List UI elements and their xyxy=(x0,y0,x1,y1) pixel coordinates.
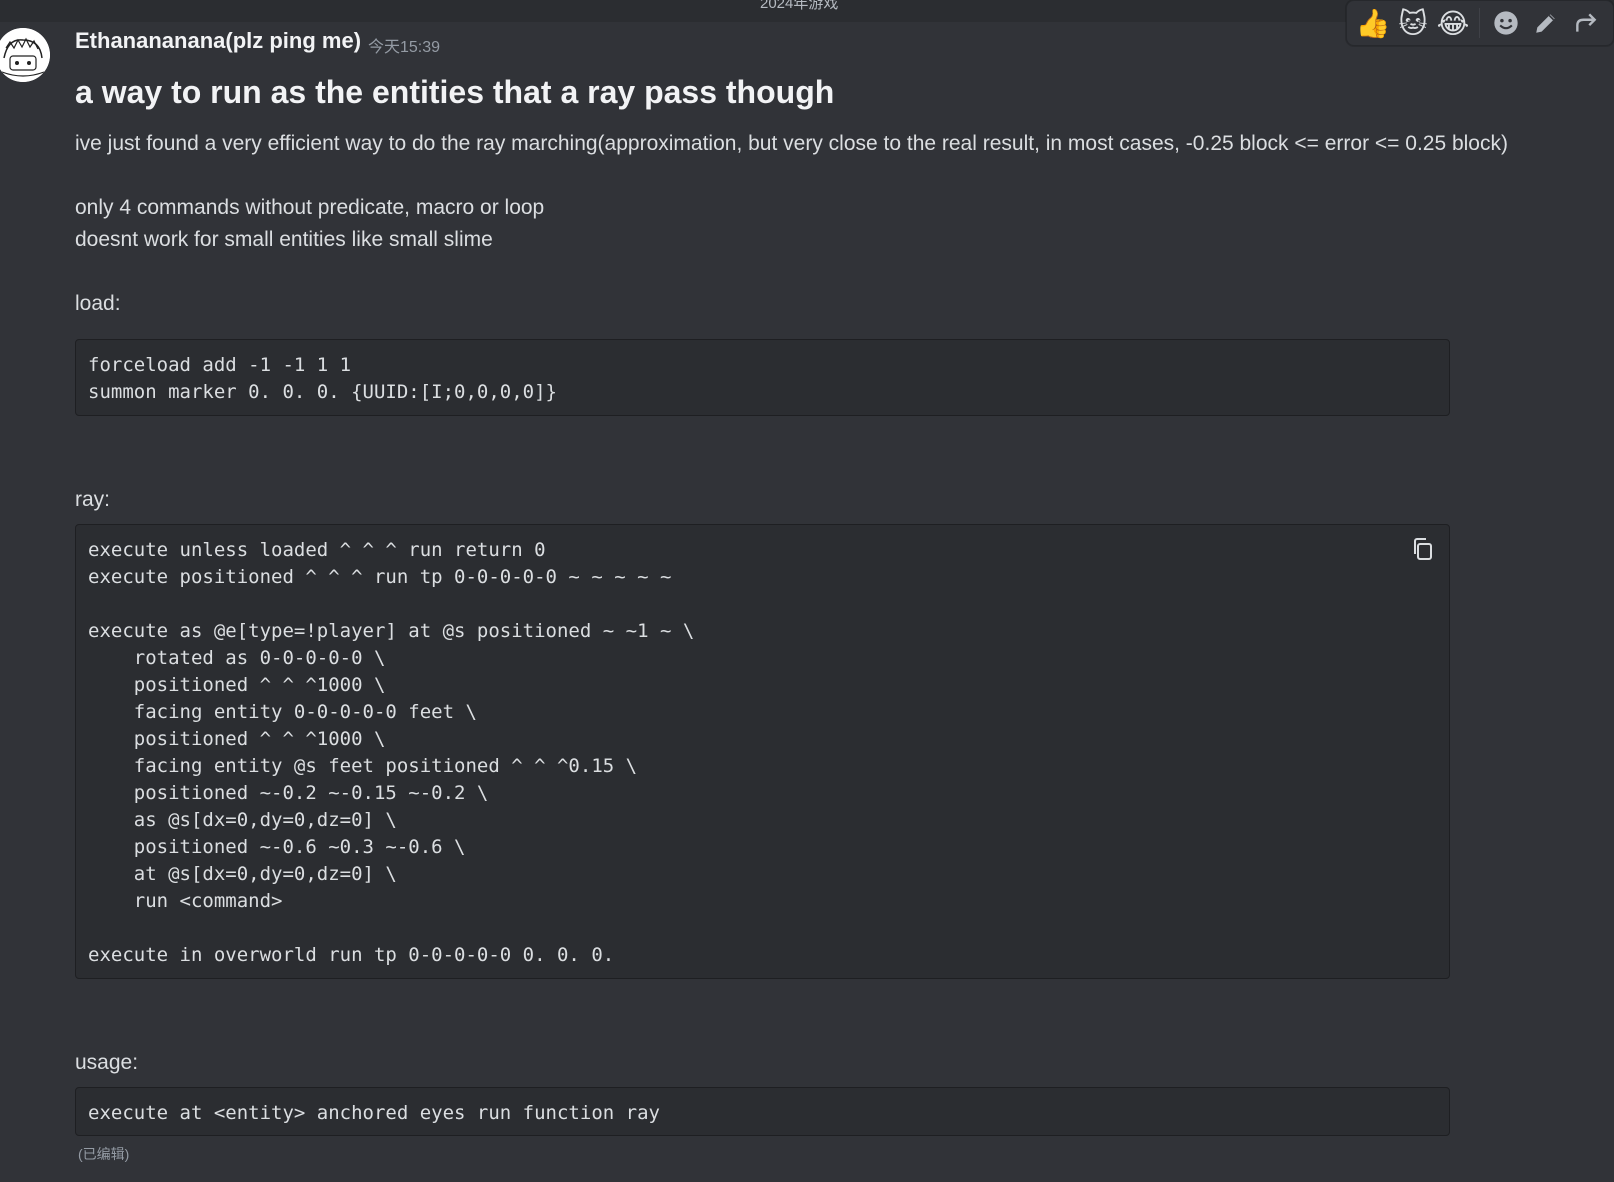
copy-icon[interactable] xyxy=(1411,537,1435,561)
message-timestamp: 今天15:39 xyxy=(368,39,441,56)
message-title: a way to run as the entities that a ray … xyxy=(75,74,835,110)
thumbs-up-icon[interactable]: 👍 xyxy=(1353,3,1393,43)
code-ray: execute unless loaded ^ ^ ^ run return 0… xyxy=(88,539,695,966)
message-toolbar: 👍 🐱 😂 xyxy=(1346,0,1614,46)
edited-label: (已编辑) xyxy=(78,1146,130,1162)
intro-line-2: only 4 commands without predicate, macro… xyxy=(75,196,545,219)
edit-icon[interactable] xyxy=(1526,3,1566,43)
channel-title: 2024年游戏 xyxy=(760,0,839,12)
usage-label: usage: xyxy=(75,1051,139,1074)
custom-cat-emoji-icon[interactable]: 🐱 xyxy=(1393,3,1433,43)
author-name[interactable]: Ethanananana(plz ping me) xyxy=(75,28,361,54)
code-block-load[interactable]: forceload add -1 -1 1 1 summon marker 0.… xyxy=(75,339,1450,416)
joy-icon[interactable]: 😂 xyxy=(1433,3,1473,43)
avatar[interactable] xyxy=(0,28,50,82)
ray-label: ray: xyxy=(75,488,111,511)
code-usage: execute at <entity> anchored eyes run fu… xyxy=(88,1102,660,1124)
intro-line-1: ive just found a very efficient way to d… xyxy=(75,132,1508,155)
load-label: load: xyxy=(75,292,121,315)
code-block-usage[interactable]: execute at <entity> anchored eyes run fu… xyxy=(75,1087,1450,1136)
code-load: forceload add -1 -1 1 1 summon marker 0.… xyxy=(88,354,557,403)
intro-line-3: doesnt work for small entities like smal… xyxy=(75,228,493,251)
add-reaction-icon[interactable] xyxy=(1486,3,1526,43)
avatar-sketch-icon xyxy=(0,28,50,82)
toolbar-divider xyxy=(1479,8,1480,38)
code-block-ray[interactable]: execute unless loaded ^ ^ ^ run return 0… xyxy=(75,524,1450,979)
reply-icon[interactable] xyxy=(1566,3,1606,43)
